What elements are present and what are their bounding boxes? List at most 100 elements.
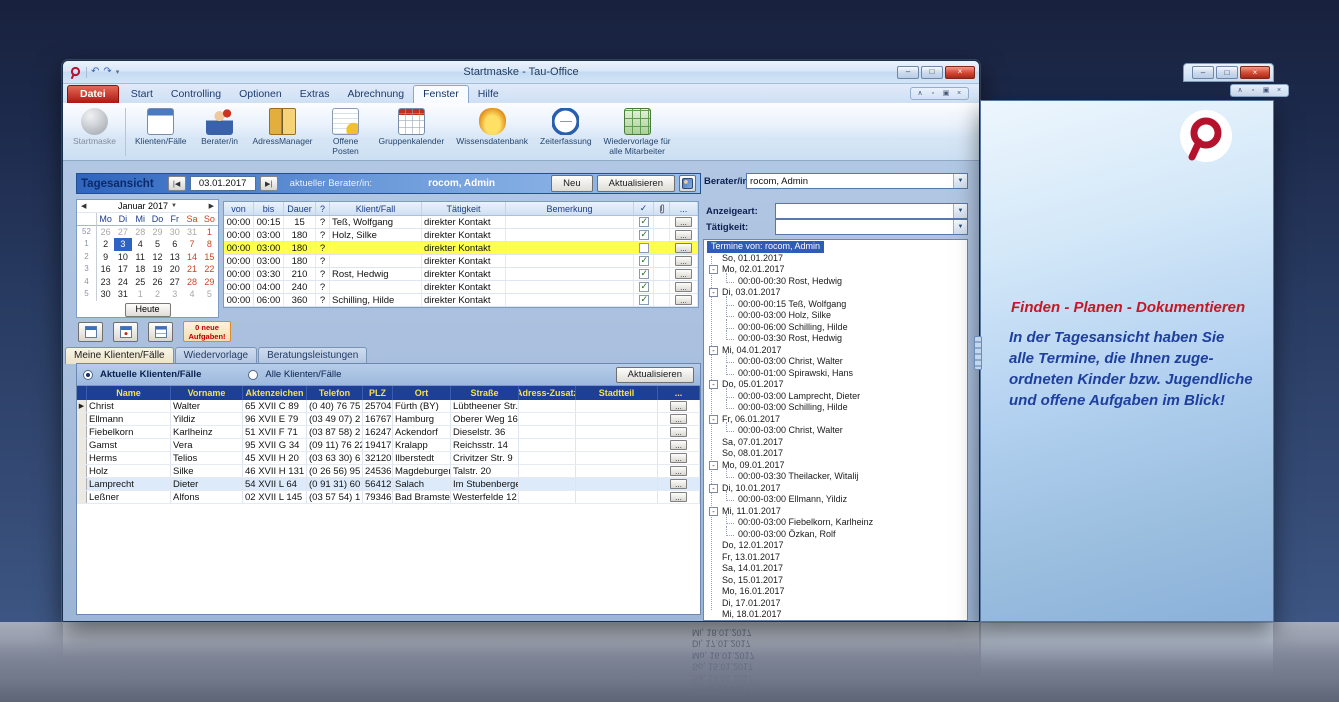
redo-icon[interactable]: ↷	[103, 67, 111, 77]
tree-expander-icon[interactable]	[709, 380, 718, 389]
row-more-button[interactable]: ...	[675, 295, 692, 305]
row-more-button[interactable]: ...	[675, 243, 692, 253]
tree-appointment-item[interactable]: 00:00-03:00 Ellmann, Yildiz	[707, 491, 967, 506]
tab-extras[interactable]: Extras	[291, 86, 339, 103]
maximize-button[interactable]: □	[921, 65, 943, 79]
calendar-day[interactable]: 8	[201, 238, 218, 251]
client-row[interactable]: HermsTelios45 XVII H 20(03 63 30) 6 09 3…	[77, 452, 700, 465]
tree-date-item[interactable]: Mo, 09.01.2017	[707, 460, 967, 472]
new-tasks-badge[interactable]: 0 neue Aufgaben!	[183, 321, 231, 342]
tree-date-item[interactable]: So, 01.01.2017	[707, 253, 967, 265]
tree-appointment-item[interactable]: 00:00-00:30 Rost, Hedwig	[707, 272, 967, 288]
calendar-day[interactable]: 20	[166, 263, 183, 276]
calendar-day[interactable]: 27	[114, 226, 131, 239]
tree-appointment-item[interactable]: 00:00-03:30 Rost, Hedwig	[707, 330, 967, 345]
refresh-button[interactable]: Aktualisieren	[596, 175, 675, 192]
calendar-day[interactable]: 2	[97, 238, 114, 251]
done-checkbox[interactable]	[634, 229, 654, 241]
anzeigeart-combobox[interactable]: ▼	[775, 203, 968, 219]
tree-appointment-item[interactable]: 00:00-03:00 Lamprecht, Dieter	[707, 387, 967, 403]
appointment-row[interactable]: 00:0003:00180? direkter Kontakt...	[224, 242, 698, 255]
appointment-row[interactable]: 00:00 03:30 210? Rost, Hedwig direkter Konta…	[224, 268, 698, 281]
done-checkbox[interactable]	[634, 294, 654, 306]
calendar-day[interactable]: 9	[97, 251, 114, 264]
tree-date-item[interactable]: Mo, 16.01.2017	[707, 586, 967, 598]
tree-date-item[interactable]: Di, 10.01.2017	[707, 483, 967, 495]
tab-datei[interactable]: Datei	[67, 85, 119, 103]
calendar-day[interactable]: 5	[201, 288, 218, 301]
advisor-picker-button[interactable]	[679, 175, 696, 192]
panel-splitter-handle[interactable]	[974, 336, 982, 370]
calendar-day[interactable]: 30	[166, 226, 183, 239]
bg-mdi-window-minimize-icon[interactable]: ▫	[1248, 86, 1258, 96]
mdi-window-minimize-icon[interactable]: ▫	[928, 89, 938, 99]
appointment-row[interactable]: 00:00 06:00 360? Schilling, Hilde direkter K…	[224, 294, 698, 307]
done-checkbox[interactable]	[634, 255, 654, 267]
tree-selected-item[interactable]: Termine von: rocom, Admin	[707, 241, 825, 253]
tree-appointment-item[interactable]: 00:00-06:00 Schilling, Hilde	[707, 318, 967, 334]
calendar-day[interactable]: 31	[114, 288, 131, 301]
tree-date-item[interactable]: Mi, 18.01.2017	[707, 609, 967, 620]
tree-appointment-item[interactable]: 00:00-03:00 Christ, Walter	[707, 422, 967, 437]
calendar-day[interactable]: 26	[149, 276, 166, 289]
tree-date-item[interactable]: Di, 03.01.2017	[707, 287, 967, 299]
tree-date-item[interactable]: Fr, 13.01.2017	[707, 552, 967, 564]
tree-expander-icon[interactable]	[709, 265, 718, 274]
previous-day-button[interactable]: |◀	[167, 176, 186, 191]
done-checkbox[interactable]	[634, 242, 654, 254]
calendar-day[interactable]: 12	[149, 251, 166, 264]
row-more-button[interactable]: ...	[670, 453, 687, 463]
tree-date-item[interactable]: Di, 17.01.2017	[707, 598, 967, 610]
tab-meine-klienten-f-lle[interactable]: Meine Klienten/Fälle	[65, 347, 174, 364]
bg-mdi-collapse-ribbon-icon[interactable]: ∧	[1235, 86, 1245, 96]
calendar-day[interactable]: 23	[97, 276, 114, 289]
mdi-window-close-icon[interactable]: ×	[954, 89, 964, 99]
tree-date-item[interactable]: Sa, 07.01.2017	[707, 437, 967, 449]
chevron-down-icon[interactable]: ▼	[953, 220, 967, 234]
calendar-day[interactable]: 28	[183, 276, 200, 289]
tree-appointment-item[interactable]: 00:00-03:00 Fiebelkorn, Karlheinz	[707, 514, 967, 529]
tree-appointment-item[interactable]: 00:00-03:00 Christ, Walter	[707, 353, 967, 368]
tree-appointment-item[interactable]: 00:00-03:00 Özkan, Rolf	[707, 525, 967, 541]
previous-month-icon[interactable]: ◀	[81, 202, 86, 210]
client-row[interactable]: ▶ChristWalter65 XVII C 89(0 40) 76 75 65…	[77, 400, 700, 413]
toolbar-zeiterfassung-button[interactable]: Zeiterfassung	[534, 105, 598, 160]
clients-refresh-button[interactable]: Aktualisieren	[615, 366, 694, 383]
tree-date-item[interactable]: Mi, 11.01.2017	[707, 506, 967, 518]
calendar-day[interactable]: 7	[183, 238, 200, 251]
current-clients-radio[interactable]	[83, 369, 93, 380]
mdi-collapse-ribbon-icon[interactable]: ∧	[915, 89, 925, 99]
calendar-day[interactable]: 15	[201, 251, 218, 264]
tab-wiedervorlage[interactable]: Wiedervorlage	[174, 347, 258, 364]
calendar-day[interactable]: 10	[114, 251, 131, 264]
bg-mdi-window-close-icon[interactable]: ×	[1274, 86, 1284, 96]
minimize-button[interactable]: –	[897, 65, 919, 79]
calendar-day[interactable]: 24	[114, 276, 131, 289]
tree-date-item[interactable]: So, 15.01.2017	[707, 575, 967, 587]
calendar-day[interactable]: 19	[149, 263, 166, 276]
calendar-day[interactable]: 1	[201, 226, 218, 239]
client-row[interactable]: LeßnerAlfons02 XVII L 145(03 57 54) 1 00…	[77, 491, 700, 504]
tree-expander-icon[interactable]	[709, 288, 718, 297]
day-view-button[interactable]	[78, 321, 103, 342]
undo-icon[interactable]: ↶	[91, 67, 99, 77]
calendar-day[interactable]: 5	[149, 238, 166, 251]
tree-appointment-item[interactable]: 00:00-00:15 Teß, Wolfgang	[707, 295, 967, 311]
tree-appointment-item[interactable]: 00:00-03:00 Schilling, Hilde	[707, 399, 967, 414]
tasks-view-button[interactable]	[148, 321, 173, 342]
toolbar-wiedervorlage-f-r-alle-mitarbeiter-button[interactable]: Wiedervorlage für alle Mitarbeiter	[598, 105, 677, 160]
calendar-day[interactable]: 13	[166, 251, 183, 264]
row-more-button[interactable]: ...	[670, 427, 687, 437]
calendar-day[interactable]: 14	[183, 251, 200, 264]
calendar-month-label[interactable]: Januar 2017	[118, 201, 168, 211]
calendar-day[interactable]: 21	[183, 263, 200, 276]
client-row[interactable]: GamstVera95 XVII G 34(09 11) 76 22 86194…	[77, 439, 700, 452]
calendar-day[interactable]: 29	[149, 226, 166, 239]
toolbar-adressmanager-button[interactable]: AdressManager	[247, 105, 319, 160]
tree-date-item[interactable]: Sa, 14.01.2017	[707, 563, 967, 575]
row-more-button[interactable]: ...	[675, 282, 692, 292]
done-checkbox[interactable]	[634, 216, 654, 228]
berater-combobox[interactable]: rocom, Admin ▼	[746, 173, 968, 189]
appointment-row[interactable]: 00:00 00:15 15? Teß, Wolfgang direkter Konta…	[224, 216, 698, 229]
tree-date-item[interactable]: Mi, 04.01.2017	[707, 345, 967, 357]
